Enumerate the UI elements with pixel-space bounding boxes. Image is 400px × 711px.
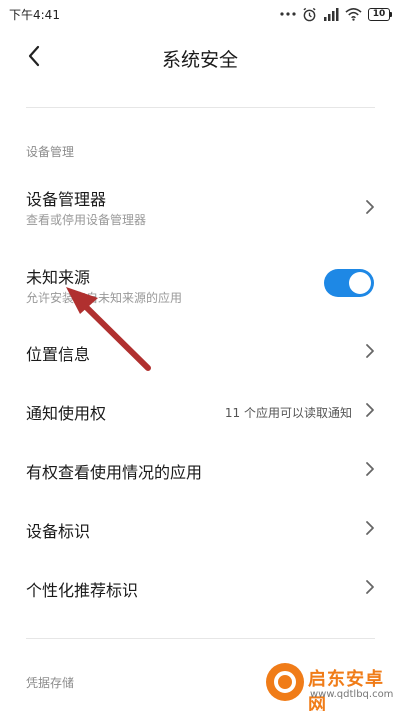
alarm-icon bbox=[302, 7, 317, 22]
divider bbox=[26, 638, 375, 639]
row-title: 有权查看使用情况的应用 bbox=[26, 463, 203, 482]
chevron-right-icon bbox=[366, 403, 374, 417]
watermark: 启东安卓网 www.qdtlbq.com bbox=[266, 661, 394, 711]
row-title: 设备标识 bbox=[26, 522, 91, 541]
status-bar: 下午4:41 10 bbox=[0, 0, 400, 28]
row-title: 设备管理器 bbox=[26, 190, 107, 209]
status-time: 下午4:41 bbox=[9, 8, 60, 22]
chevron-right-icon bbox=[366, 344, 374, 358]
divider bbox=[26, 107, 375, 108]
watermark-url: www.qdtlbq.com bbox=[310, 689, 394, 700]
more-dots-icon bbox=[280, 11, 296, 17]
row-value: 11 个应用可以读取通知 bbox=[224, 406, 352, 420]
toggle-knob bbox=[349, 272, 371, 294]
row-device-id[interactable]: 设备标识 bbox=[0, 499, 400, 557]
section-header-credential-storage: 凭据存储 bbox=[26, 676, 75, 690]
unknown-sources-toggle[interactable] bbox=[324, 269, 374, 297]
battery-level: 10 bbox=[368, 7, 390, 21]
title-bar: 系统安全 bbox=[0, 30, 400, 86]
wifi-icon bbox=[345, 7, 362, 21]
chevron-right-icon bbox=[366, 580, 374, 594]
row-usage-access[interactable]: 有权查看使用情况的应用 bbox=[0, 440, 400, 498]
row-personalized-ad-id[interactable]: 个性化推荐标识 bbox=[0, 558, 400, 616]
row-unknown-sources[interactable]: 未知来源 允许安装来自未知来源的应用 bbox=[0, 254, 400, 316]
chevron-right-icon bbox=[366, 462, 374, 476]
row-title: 个性化推荐标识 bbox=[26, 581, 139, 600]
row-title: 通知使用权 bbox=[26, 404, 107, 423]
row-subtitle: 允许安装来自未知来源的应用 bbox=[26, 291, 183, 305]
row-title: 位置信息 bbox=[26, 345, 91, 364]
row-title: 未知来源 bbox=[26, 268, 91, 287]
chevron-right-icon bbox=[366, 521, 374, 535]
signal-icon bbox=[323, 7, 339, 21]
chevron-right-icon bbox=[366, 200, 374, 214]
watermark-logo-icon bbox=[266, 663, 304, 701]
section-header-device-management: 设备管理 bbox=[26, 145, 75, 159]
row-device-admin[interactable]: 设备管理器 查看或停用设备管理器 bbox=[0, 176, 400, 238]
battery-icon: 10 bbox=[368, 7, 392, 21]
row-notification-access[interactable]: 通知使用权 11 个应用可以读取通知 bbox=[0, 381, 400, 439]
watermark-name: 启东安卓网 bbox=[308, 669, 384, 711]
status-icons: 10 bbox=[280, 5, 392, 23]
page-title: 系统安全 bbox=[161, 49, 238, 71]
row-location[interactable]: 位置信息 bbox=[0, 322, 400, 380]
row-subtitle: 查看或停用设备管理器 bbox=[26, 213, 147, 227]
